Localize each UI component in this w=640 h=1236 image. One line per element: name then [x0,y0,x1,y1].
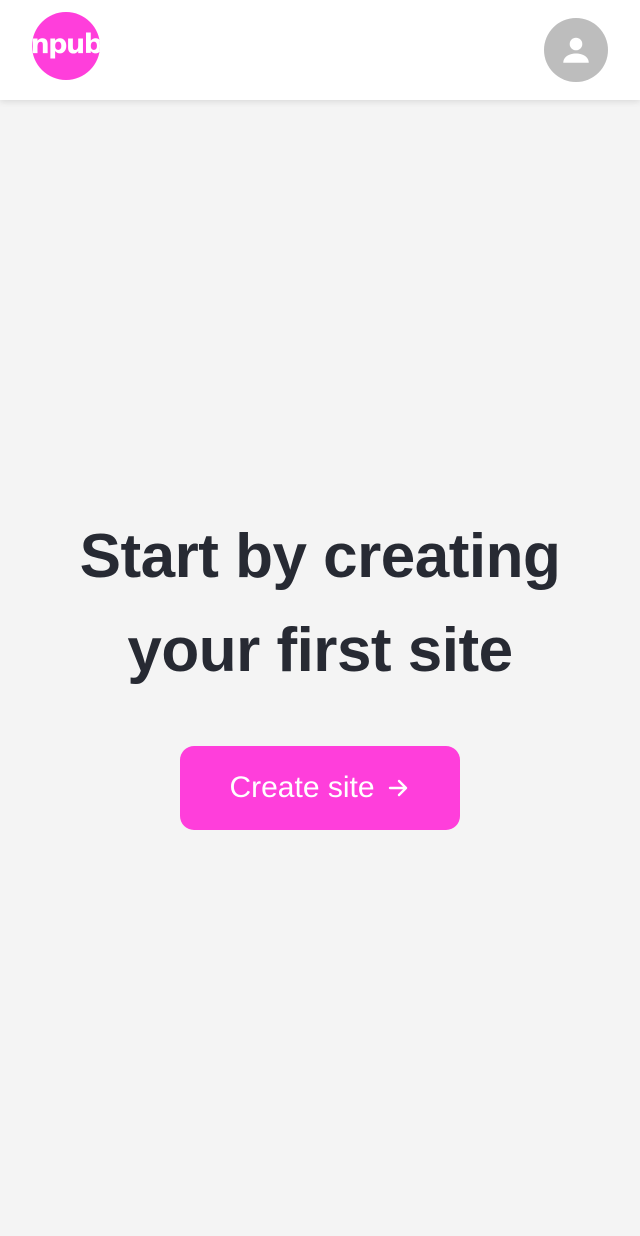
user-avatar-icon [563,37,589,63]
headline-line-1: Start by creating [79,522,561,591]
arrow-right-icon [385,775,411,801]
headline-line-2: your first site [127,616,513,685]
create-site-button[interactable]: Create site [180,746,460,830]
logo-text: npub [32,28,100,60]
empty-state-headline: Start by creating your first site [0,510,640,698]
create-site-label: Create site [229,771,375,804]
empty-state: Start by creating your first site Create… [0,100,640,1236]
user-avatar-button[interactable] [544,18,608,82]
npub-logo[interactable]: npub [32,12,100,80]
top-bar: npub [0,0,640,100]
